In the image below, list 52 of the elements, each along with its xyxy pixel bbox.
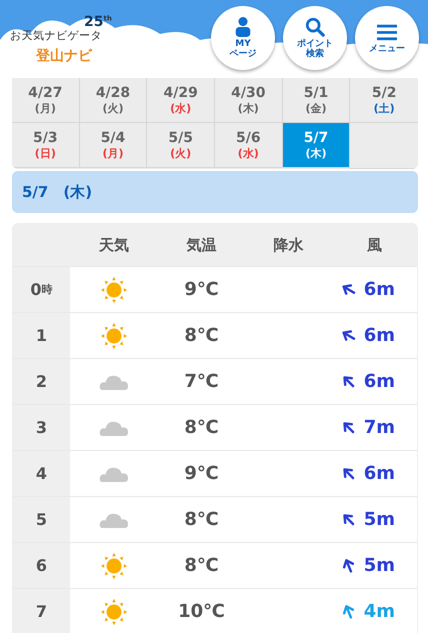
hour-cell: 5 [13, 497, 70, 542]
hour-cell: 3 [13, 405, 70, 450]
date-tab[interactable]: 5/4 (月) [80, 123, 148, 168]
wind-speed: 4m [364, 601, 395, 622]
person-icon [233, 16, 253, 37]
hour-cell: 1 [13, 313, 70, 358]
hour-cell: 4 [13, 451, 70, 496]
hour-cell: 7 [13, 589, 70, 633]
search-icon [305, 16, 325, 37]
temperature-cell-text: 10℃ [177, 600, 226, 624]
date-tab[interactable]: 5/6 (水) [214, 123, 283, 168]
search-button[interactable]: ポイント 検索 [283, 6, 347, 70]
wind-speed: 6m [364, 279, 395, 300]
date-tab[interactable]: 4/28 (火) [80, 78, 148, 123]
date-tab[interactable]: 5/5 (火) [147, 123, 215, 168]
sun-icon [100, 276, 128, 304]
column-header: 風 [366, 234, 383, 256]
sun-icon [100, 322, 128, 350]
temperature-cell-text: 9℃ [183, 278, 220, 302]
column-header: 天気 [98, 234, 130, 256]
wind-speed: 6m [364, 463, 395, 484]
my-page-button[interactable]: MY ページ [211, 6, 275, 70]
temperature-cell-text: 8℃ [183, 416, 220, 440]
temperature-cell-text: 7℃ [183, 370, 220, 394]
date-tab[interactable]: 5/3 (日) [12, 123, 80, 168]
column-header: 降水 [272, 234, 304, 256]
date-tab[interactable]: 5/1 (金) [282, 78, 350, 123]
sun-icon [100, 552, 128, 580]
wind-speed: 5m [364, 509, 395, 530]
date-tab[interactable]: 4/27 (月) [12, 78, 80, 123]
date-tab[interactable]: 5/7 (木) [282, 123, 350, 168]
hour-cell: 0時 [13, 267, 70, 312]
anniversary-mark: 25$^{th}$ [84, 14, 112, 30]
hour-cell: 6 [13, 543, 70, 588]
temperature-cell-text: 8℃ [183, 508, 220, 532]
temperature-cell-text: 8℃ [183, 554, 220, 578]
logo-title: お天気ナビゲータ [10, 28, 102, 43]
date-tab[interactable]: 4/29 (水) [147, 78, 215, 123]
column-header: 気温 [185, 234, 218, 256]
date-tab[interactable]: 4/30 (木) [214, 78, 283, 123]
wind-speed: 6m [364, 371, 395, 392]
wind-speed: 6m [364, 325, 395, 346]
hour-cell: 2 [13, 359, 70, 404]
temperature-cell-text: 8℃ [183, 324, 220, 348]
menu-icon [377, 22, 397, 42]
temperature-cell-text: 9℃ [183, 462, 220, 486]
selected-date-title: 5/7 (木) [22, 182, 92, 202]
menu-button[interactable]: メニュー [355, 6, 419, 70]
sun-icon [100, 598, 128, 626]
wind-speed: 7m [364, 417, 395, 438]
logo-subtitle: 登山ナビ [36, 47, 92, 65]
wind-speed: 5m [364, 555, 395, 576]
